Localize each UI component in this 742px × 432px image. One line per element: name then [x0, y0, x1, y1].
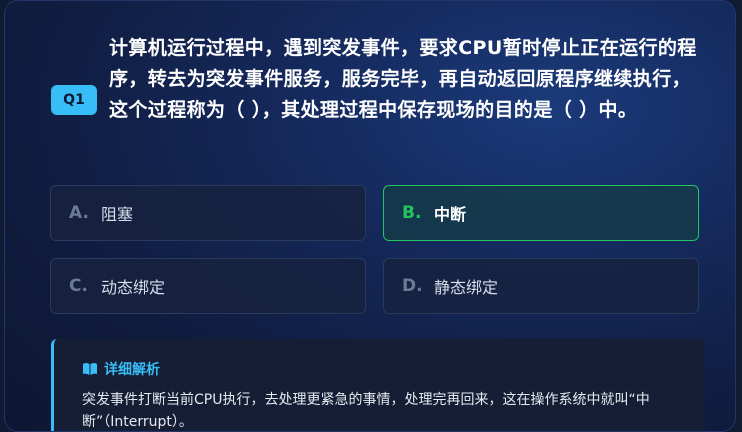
option-letter: B. — [402, 203, 422, 223]
option-letter: C. — [69, 276, 88, 296]
explanation-header: 详细解析 — [82, 359, 160, 379]
option-a[interactable]: A. 阻塞 — [50, 185, 366, 241]
option-b[interactable]: B. 中断 — [383, 185, 699, 241]
question-text: 计算机运行过程中，遇到突发事件，要求CPU暂时停止正在运行的程序，转去为突发事件… — [109, 37, 697, 121]
quiz-card: Q1 计算机运行过程中，遇到突发事件，要求CPU暂时停止正在运行的程序，转去为突… — [4, 0, 736, 432]
option-label: 静态绑定 — [434, 278, 499, 297]
option-d[interactable]: D. 静态绑定 — [383, 258, 699, 314]
option-label: 中断 — [434, 205, 467, 224]
option-c[interactable]: C. 动态绑定 — [50, 258, 366, 314]
option-label: 动态绑定 — [101, 278, 166, 297]
book-icon — [83, 363, 97, 375]
explanation-panel: 详细解析 突发事件打断当前CPU执行，去处理更紧急的事情，处理完再回来，这在操作… — [51, 339, 704, 431]
option-letter: D. — [402, 276, 423, 296]
explanation-text: 突发事件打断当前CPU执行，去处理更紧急的事情，处理完再回来，这在操作系统中就叫… — [82, 392, 650, 430]
explanation-title: 详细解析 — [104, 362, 160, 378]
option-label: 阻塞 — [101, 205, 134, 224]
question-number-badge: Q1 — [51, 85, 97, 115]
option-letter: A. — [69, 203, 89, 223]
